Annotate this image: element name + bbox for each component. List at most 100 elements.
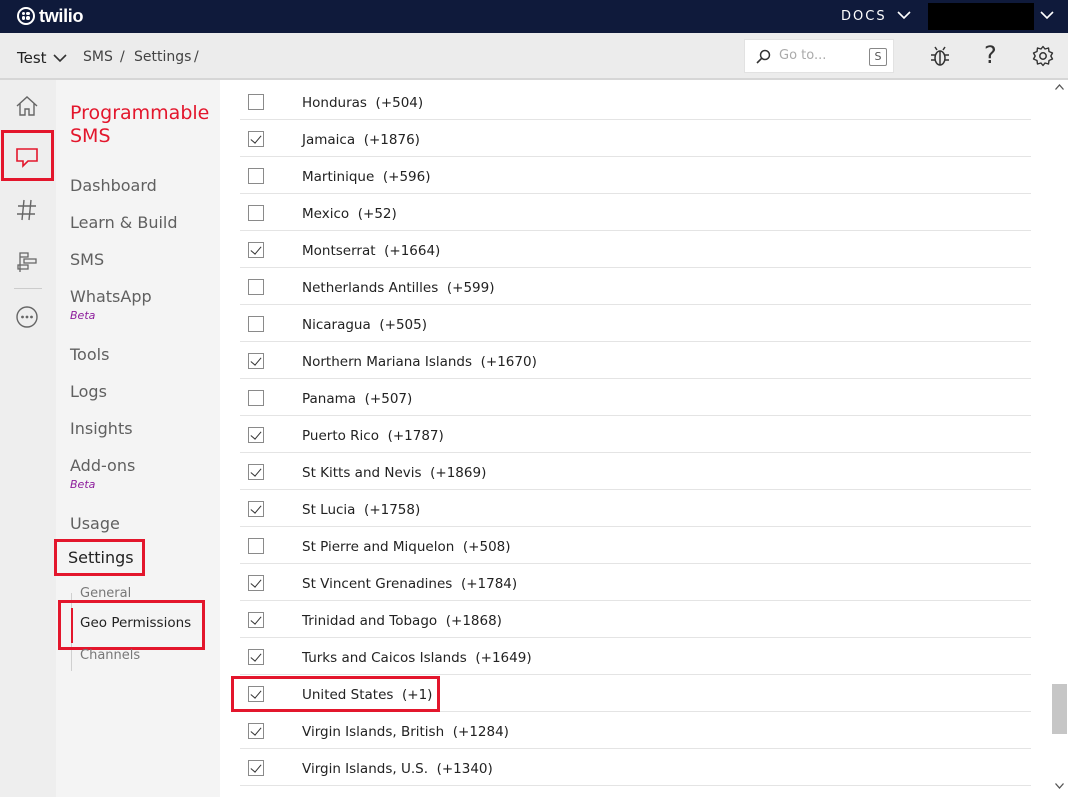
- goto-search[interactable]: S: [744, 39, 894, 73]
- breadcrumb-settings[interactable]: Settings: [134, 49, 191, 65]
- country-checkbox[interactable]: [248, 760, 264, 776]
- country-checkbox[interactable]: [248, 723, 264, 739]
- nav-item-learn-build[interactable]: Learn & Build: [70, 213, 178, 232]
- country-row: St Lucia (+1758): [240, 490, 1031, 527]
- country-checkbox[interactable]: [248, 353, 264, 369]
- project-selector[interactable]: Test: [17, 49, 47, 67]
- country-label: Mexico (+52): [302, 206, 397, 222]
- nav-item-logs[interactable]: Logs: [70, 382, 107, 401]
- nav-item-sms[interactable]: SMS: [70, 250, 104, 269]
- scrollbar[interactable]: [1051, 80, 1068, 797]
- debugger-bug-icon[interactable]: [928, 45, 952, 69]
- country-dial-code: (+52): [357, 206, 397, 222]
- country-name: Nicaragua: [302, 317, 371, 333]
- chat-icon[interactable]: [14, 145, 40, 169]
- twilio-logo-icon: [17, 7, 35, 25]
- account-chevron-down-icon[interactable]: [1040, 11, 1054, 20]
- country-row: Panama (+507): [240, 379, 1031, 416]
- nav-item-insights[interactable]: Insights: [70, 419, 133, 438]
- country-name: Mexico: [302, 206, 350, 222]
- breadcrumb-sms[interactable]: SMS: [83, 49, 113, 65]
- country-label: Honduras (+504): [302, 95, 423, 111]
- country-row: Netherlands Antilles (+599): [240, 268, 1031, 305]
- more-icon[interactable]: [14, 305, 40, 329]
- account-name-redacted[interactable]: [928, 3, 1034, 30]
- country-checkbox[interactable]: [248, 649, 264, 665]
- country-row: Northern Mariana Islands (+1670): [240, 342, 1031, 379]
- project-bar: Test SMS / Settings / S ?: [0, 33, 1068, 80]
- chevron-down-icon[interactable]: [897, 11, 911, 20]
- country-dial-code: (+1787): [387, 428, 444, 444]
- country-checkbox[interactable]: [248, 316, 264, 332]
- highlight-box: [231, 676, 440, 712]
- country-checkbox[interactable]: [248, 390, 264, 406]
- nav-title: Programmable SMS: [70, 102, 210, 147]
- subnav-item-geo-permissions-label: Geo Permissions: [80, 615, 192, 631]
- country-checkbox[interactable]: [248, 242, 264, 258]
- country-name: Virgin Islands, British: [302, 724, 445, 740]
- country-name: St Vincent Grenadines: [302, 576, 453, 592]
- nav-item-add-ons[interactable]: Add-ons: [70, 456, 135, 475]
- country-checkbox[interactable]: [248, 94, 264, 110]
- nav-item-tools[interactable]: Tools: [70, 345, 109, 364]
- country-checkbox[interactable]: [248, 464, 264, 480]
- subnav-item-general[interactable]: General: [80, 586, 131, 601]
- country-label: Puerto Rico (+1787): [302, 428, 444, 444]
- country-row: Nicaragua (+505): [240, 305, 1031, 342]
- flow-icon[interactable]: [14, 250, 40, 274]
- chevron-down-icon[interactable]: [53, 54, 67, 63]
- country-dial-code: (+1340): [436, 761, 493, 777]
- country-checkbox[interactable]: [248, 538, 264, 554]
- country-checkbox[interactable]: [248, 168, 264, 184]
- country-label: Nicaragua (+505): [302, 317, 427, 333]
- country-dial-code: (+1664): [384, 243, 441, 259]
- country-label: Northern Mariana Islands (+1670): [302, 354, 537, 370]
- country-dial-code: (+1649): [475, 650, 532, 666]
- nav-item-settings[interactable]: Settings: [54, 539, 145, 576]
- product-icon-rail: [0, 80, 56, 797]
- country-dial-code: (+1869): [430, 465, 487, 481]
- country-name: Trinidad and Tobago: [302, 613, 438, 629]
- country-name: St Kitts and Nevis: [302, 465, 422, 481]
- rail-divider: [14, 288, 42, 289]
- logo-text: twilio: [39, 5, 84, 26]
- country-checkbox[interactable]: [248, 612, 264, 628]
- home-icon[interactable]: [14, 94, 40, 118]
- country-checkbox[interactable]: [248, 575, 264, 591]
- country-row: Virgin Islands, U.S. (+1340): [240, 749, 1031, 786]
- country-name: Northern Mariana Islands: [302, 354, 473, 370]
- subnav-item-geo-permissions[interactable]: Geo Permissions: [58, 600, 205, 650]
- breadcrumb-separator: /: [120, 49, 125, 65]
- gear-icon[interactable]: [1032, 45, 1054, 67]
- country-row: Puerto Rico (+1787): [240, 416, 1031, 453]
- goto-search-input[interactable]: [779, 48, 859, 63]
- country-dial-code: (+504): [375, 95, 424, 111]
- country-checkbox[interactable]: [248, 501, 264, 517]
- country-dial-code: (+505): [379, 317, 427, 333]
- country-checkbox[interactable]: [248, 427, 264, 443]
- country-name: Virgin Islands, U.S.: [302, 761, 428, 777]
- docs-menu[interactable]: DOCS: [841, 9, 887, 24]
- scroll-up-arrow-icon[interactable]: [1055, 84, 1064, 90]
- nav-item-whatsapp[interactable]: WhatsApp: [70, 287, 152, 306]
- nav-item-usage[interactable]: Usage: [70, 514, 120, 533]
- country-dial-code: (+508): [462, 539, 511, 555]
- nav-item-dashboard[interactable]: Dashboard: [70, 176, 157, 195]
- country-row: St Pierre and Miquelon (+508): [240, 527, 1031, 564]
- country-row: Turks and Caicos Islands (+1649): [240, 638, 1031, 675]
- help-icon[interactable]: ?: [984, 41, 997, 69]
- country-checkbox[interactable]: [248, 131, 264, 147]
- country-label: St Lucia (+1758): [302, 502, 420, 518]
- subnav-item-channels[interactable]: Channels: [80, 648, 140, 663]
- country-checkbox[interactable]: [248, 279, 264, 295]
- hash-icon[interactable]: [14, 198, 40, 222]
- twilio-logo[interactable]: twilio: [17, 5, 84, 26]
- search-icon: [756, 49, 771, 64]
- country-name: St Pierre and Miquelon: [302, 539, 455, 555]
- country-dial-code: (+599): [446, 280, 495, 296]
- country-dial-code: (+1876): [363, 132, 420, 148]
- country-checkbox[interactable]: [248, 205, 264, 221]
- scrollbar-thumb[interactable]: [1052, 684, 1067, 734]
- country-label: St Vincent Grenadines (+1784): [302, 576, 517, 592]
- scroll-down-arrow-icon[interactable]: [1055, 783, 1064, 789]
